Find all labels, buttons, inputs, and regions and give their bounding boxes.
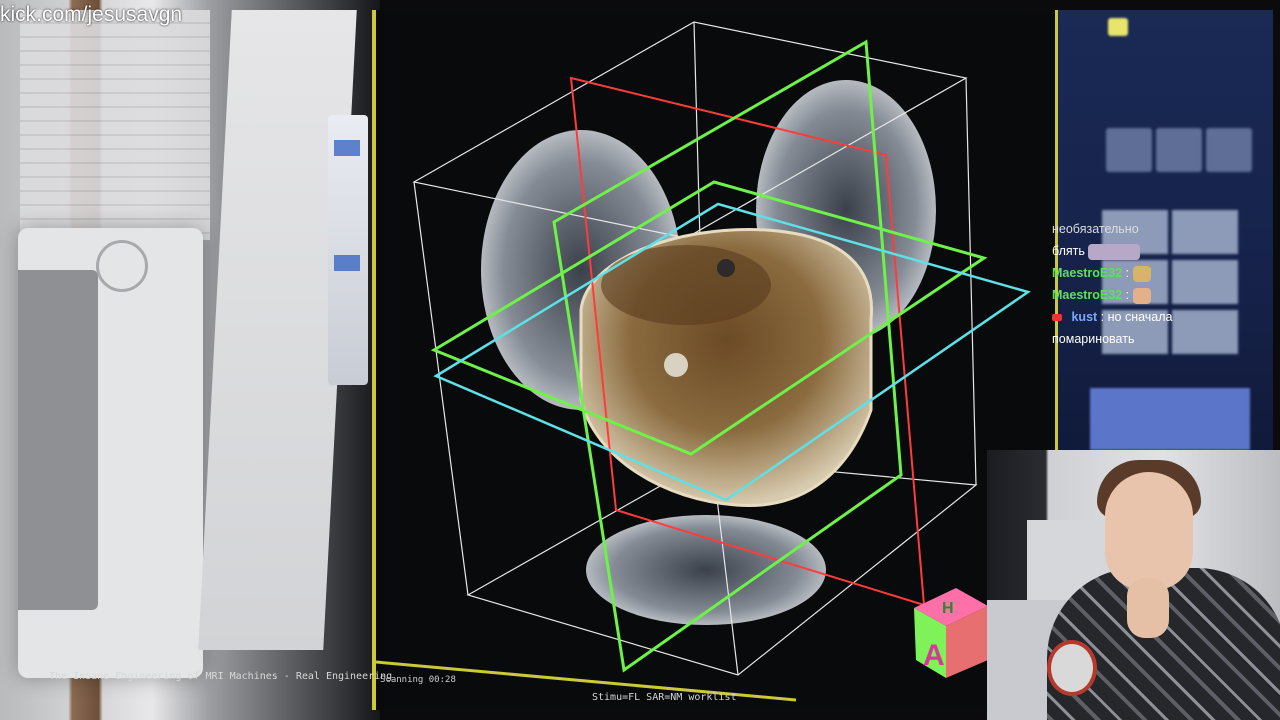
- stop-icon: [1206, 128, 1252, 172]
- orientation-cube: H A: [914, 588, 988, 678]
- chat-text: помариновать: [1052, 332, 1135, 346]
- chat-text: необязательно: [1052, 222, 1139, 236]
- mri-3d-view: H A: [376, 21, 1031, 702]
- video-title: The Insane Engineering of MRI Machines -…: [49, 671, 393, 682]
- streamer-face: [1105, 472, 1193, 590]
- emote-icon: [1132, 287, 1151, 304]
- chat-text: блять: [1052, 244, 1085, 258]
- stream-chat: необязательно блять MaestroE32 : Maestro…: [1048, 218, 1280, 363]
- axial-slice-bottom: [586, 515, 826, 625]
- logo-icon: [96, 240, 148, 292]
- chat-message: MaestroE32 :: [1048, 262, 1280, 284]
- pause-icon: [1156, 128, 1202, 172]
- streamer-webcam: [987, 450, 1280, 720]
- cube-face-top: H: [942, 600, 954, 617]
- mri-monitor: H A: [372, 10, 1056, 710]
- play-icon: [1106, 128, 1152, 172]
- chat-text: :: [1125, 288, 1130, 302]
- device-screen: [18, 270, 98, 610]
- emote-icon: [1088, 243, 1141, 260]
- chat-username[interactable]: MaestroE32: [1052, 288, 1122, 302]
- chat-text: :: [1125, 266, 1130, 280]
- badge-icon: [1052, 314, 1062, 322]
- scanner-status-line: Stimu=FL SAR=NM worklist: [592, 692, 737, 703]
- chat-message: помариновать: [1048, 328, 1280, 350]
- medical-device: [18, 228, 203, 678]
- papers-on-wall: [20, 10, 210, 240]
- chat-text: : но сначала: [1100, 310, 1173, 324]
- background-office-scene: [0, 0, 380, 720]
- emote-icon: [1132, 265, 1151, 282]
- folder-icon: [1108, 18, 1128, 36]
- chat-username[interactable]: kust: [1071, 310, 1097, 324]
- cube-face-front: A: [923, 639, 945, 672]
- chat-message: блять: [1048, 240, 1280, 262]
- label-strip: [328, 115, 368, 385]
- chat-message: kust : но сначала: [1048, 306, 1280, 328]
- scan-timer: Scanning 00:28: [380, 675, 456, 685]
- thumbnail-strip: [1090, 388, 1250, 450]
- chat-message: необязательно: [1048, 218, 1280, 240]
- stream-watermark: kick.com/jesusavgn: [0, 3, 183, 26]
- microphone-icon: [1047, 640, 1097, 696]
- chat-message: MaestroE32 :: [1048, 284, 1280, 306]
- chat-username[interactable]: MaestroE32: [1052, 266, 1122, 280]
